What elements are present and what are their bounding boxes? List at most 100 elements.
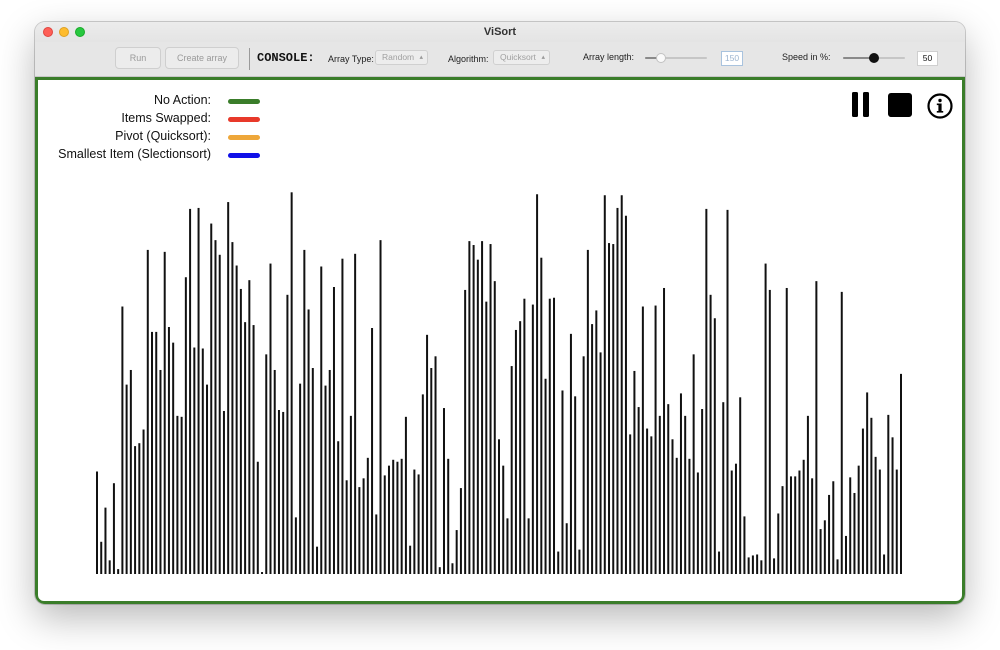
array-bar <box>709 294 712 574</box>
array-bar <box>180 416 183 574</box>
array-bar <box>248 280 251 574</box>
array-bar <box>819 529 822 574</box>
title-bar: ViSort <box>35 22 965 42</box>
array-bar <box>722 402 725 574</box>
array-bar <box>231 242 234 574</box>
speed-slider-knob[interactable] <box>869 53 879 63</box>
maximize-window-button[interactable] <box>75 27 85 37</box>
array-bar <box>218 254 221 575</box>
array-bar <box>540 257 543 574</box>
create-array-button[interactable]: Create array <box>165 47 239 69</box>
algorithm-select[interactable]: Quicksort ▴ <box>493 50 550 65</box>
array-bar <box>836 559 839 574</box>
array-bar <box>612 244 615 575</box>
array-bar <box>641 306 644 574</box>
array-bar <box>125 384 128 574</box>
array-bar <box>430 368 433 574</box>
array-bar <box>548 298 551 574</box>
array-bar <box>726 209 729 574</box>
array-bar <box>654 305 657 574</box>
array-bar <box>489 244 492 575</box>
array-bar <box>840 291 843 574</box>
array-bar <box>201 348 204 574</box>
array-bar <box>404 416 407 574</box>
array-bar <box>104 507 107 574</box>
array-length-slider-knob[interactable] <box>656 53 667 63</box>
array-bar <box>696 472 699 574</box>
minimize-window-button[interactable] <box>59 27 69 37</box>
array-bar <box>870 417 873 574</box>
array-bar <box>692 354 695 574</box>
array-bar <box>172 342 175 574</box>
array-bar <box>798 470 801 574</box>
close-window-button[interactable] <box>43 27 53 37</box>
window-title: ViSort <box>483 26 517 38</box>
array-bar <box>142 429 145 574</box>
array-bar <box>485 301 488 574</box>
array-bar <box>468 241 471 574</box>
array-bar <box>277 410 280 574</box>
array-bar <box>294 517 297 574</box>
array-bar <box>303 249 306 574</box>
array-bar <box>857 465 860 574</box>
array-bar <box>256 461 259 574</box>
array-bar <box>337 441 340 574</box>
array-bar <box>832 481 835 574</box>
array-bar <box>586 249 589 574</box>
array-bar <box>844 535 847 574</box>
array-bar <box>828 494 831 574</box>
array-bar <box>498 439 500 574</box>
run-button[interactable]: Run <box>115 47 161 69</box>
array-bar <box>514 329 517 574</box>
array-bar <box>252 325 255 574</box>
array-bar <box>688 458 691 574</box>
array-bar <box>210 223 213 575</box>
array-bar <box>764 263 767 574</box>
array-bar <box>506 518 509 574</box>
array-bar <box>155 331 158 574</box>
array-bar <box>96 471 98 574</box>
array-bar <box>290 192 293 574</box>
array-bar <box>578 549 581 574</box>
array-bar <box>138 443 141 574</box>
array-length-field[interactable]: 150 <box>721 51 743 66</box>
array-bar <box>476 259 479 574</box>
select-chevron-icon: ▴ <box>541 54 545 61</box>
array-bar <box>387 465 390 574</box>
array-bar <box>849 477 852 574</box>
array-bar <box>455 530 458 574</box>
speed-field[interactable]: 50 <box>917 51 938 66</box>
array-bar <box>108 560 111 574</box>
array-bar <box>493 281 496 574</box>
array-bar <box>189 208 192 574</box>
array-bar <box>176 415 179 574</box>
array-bar <box>413 469 416 574</box>
array-bar <box>785 287 788 574</box>
array-bar <box>591 324 594 574</box>
array-bar <box>616 207 619 574</box>
array-bar <box>121 306 124 574</box>
array-bar <box>536 194 539 574</box>
array-bar <box>756 554 759 574</box>
array-bar <box>773 558 776 574</box>
array-bar <box>675 457 678 574</box>
array-bar <box>269 263 272 574</box>
array-bar <box>705 208 708 574</box>
array-bar <box>637 407 640 574</box>
array-bar <box>866 392 869 574</box>
array-bar <box>565 523 568 574</box>
array-bar <box>684 415 687 574</box>
array-bar <box>878 469 881 574</box>
array-bar <box>134 446 137 574</box>
array-bar <box>768 289 771 574</box>
array-bar <box>620 195 623 574</box>
array-bar <box>472 245 475 574</box>
array-bar <box>146 249 149 574</box>
array-type-select[interactable]: Random ▴ <box>375 50 428 65</box>
array-bar <box>815 281 818 574</box>
array-bar <box>426 334 429 574</box>
array-bar <box>307 309 310 574</box>
array-bar <box>650 436 653 574</box>
array-bar <box>667 404 670 574</box>
array-bar <box>502 465 505 574</box>
